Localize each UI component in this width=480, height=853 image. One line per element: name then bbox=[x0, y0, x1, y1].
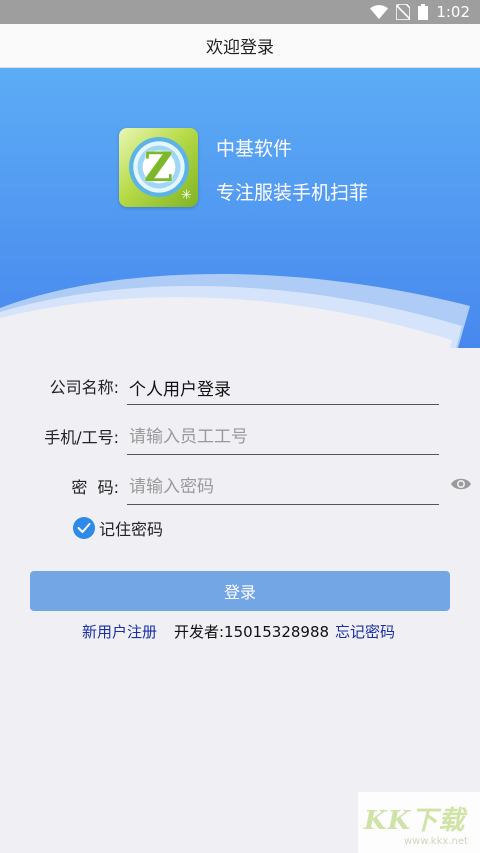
app-logo: Z ✳ bbox=[119, 128, 198, 207]
employee-label: 手机/工号: bbox=[44, 428, 119, 447]
hero-banner bbox=[0, 68, 480, 348]
register-link[interactable]: 新用户注册 bbox=[82, 621, 157, 642]
employee-underline bbox=[127, 454, 439, 455]
forgot-password-link[interactable]: 忘记密码 bbox=[335, 621, 395, 642]
password-input[interactable] bbox=[129, 472, 439, 502]
brand-slogan: 专注服装手机扫菲 bbox=[216, 182, 369, 204]
eye-icon[interactable] bbox=[450, 476, 472, 492]
login-button[interactable]: 登录 bbox=[30, 571, 450, 611]
company-label: 公司名称: bbox=[49, 378, 119, 397]
wifi-icon bbox=[370, 5, 389, 19]
password-label: 密 码: bbox=[71, 478, 119, 497]
status-icons: 1:02 bbox=[370, 3, 470, 21]
checkmark-icon bbox=[73, 517, 95, 539]
company-row: 公司名称: bbox=[0, 362, 480, 412]
status-time: 1:02 bbox=[436, 3, 470, 21]
employee-row: 手机/工号: bbox=[0, 412, 480, 462]
brand-name: 中基软件 bbox=[216, 138, 293, 160]
employee-id-input[interactable] bbox=[129, 422, 439, 452]
watermark: KK下载 www.kkx.net bbox=[358, 792, 480, 853]
password-row: 密 码: bbox=[0, 462, 480, 512]
watermark-logo: KK下载 bbox=[364, 806, 466, 836]
remember-password-checkbox[interactable]: 记住密码 bbox=[73, 516, 163, 540]
developer-info: 开发者:15015328988 bbox=[174, 623, 330, 641]
no-sim-icon bbox=[396, 4, 411, 20]
title-bar: 欢迎登录 bbox=[0, 24, 480, 68]
company-field[interactable] bbox=[129, 372, 439, 402]
sparkle-icon: ✳ bbox=[181, 188, 192, 203]
remember-password-label: 记住密码 bbox=[99, 520, 164, 539]
battery-icon bbox=[418, 4, 429, 20]
footer-links: 新用户注册 开发者:15015328988 忘记密码 bbox=[0, 621, 480, 643]
watermark-url: www.kkx.net bbox=[404, 836, 468, 847]
page-title: 欢迎登录 bbox=[206, 38, 274, 58]
password-underline bbox=[127, 504, 439, 505]
company-underline bbox=[127, 404, 439, 405]
hero-background bbox=[0, 68, 480, 348]
status-bar: 1:02 bbox=[0, 0, 480, 24]
